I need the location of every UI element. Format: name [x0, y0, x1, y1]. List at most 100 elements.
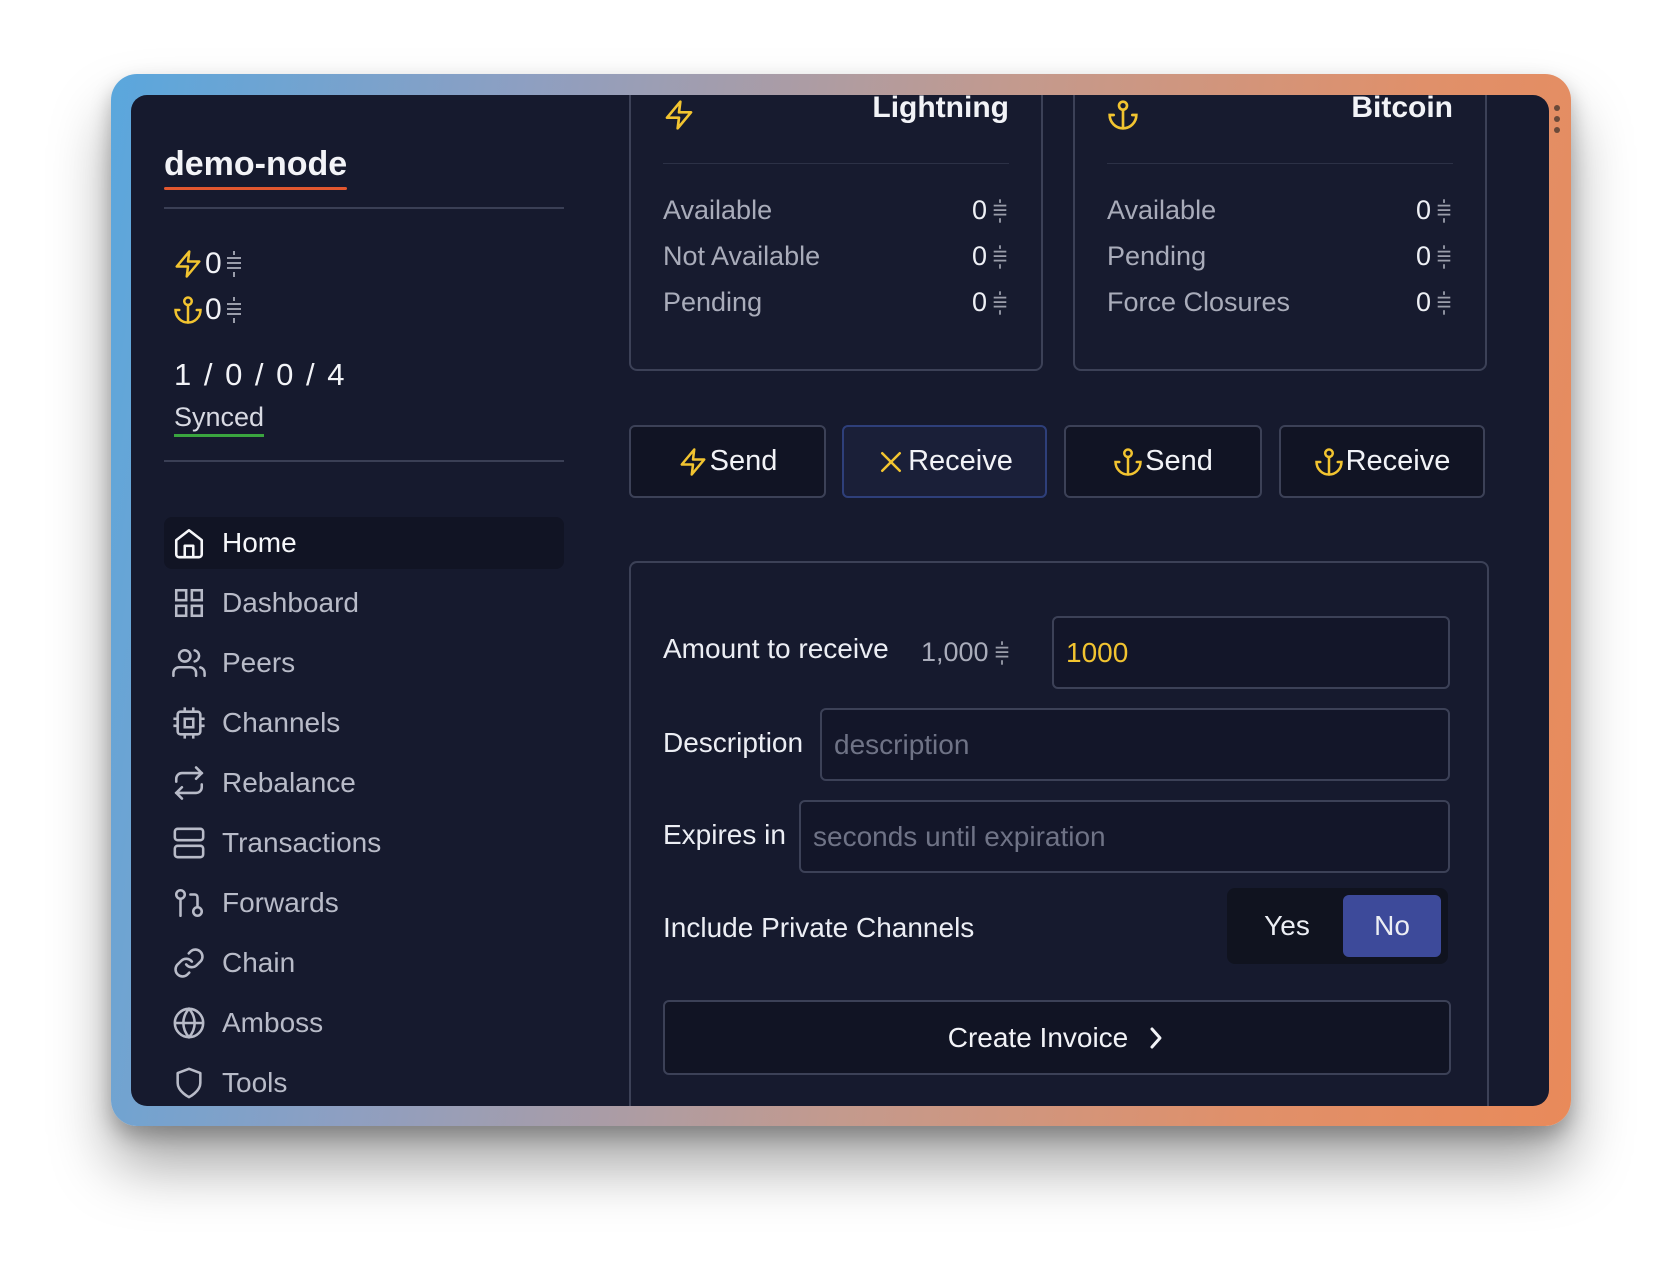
lightning-send-button[interactable]: Send: [629, 425, 826, 498]
card-divider: [663, 163, 1009, 164]
sidebar-item-label: Home: [222, 527, 297, 558]
value-text: 0: [971, 287, 987, 317]
sidebar-item-forwards[interactable]: Forwards: [164, 877, 564, 929]
row-label: Available: [663, 195, 773, 225]
onchain-balance-value: 0: [205, 293, 222, 326]
onchain-send-button[interactable]: Send: [1064, 425, 1262, 498]
amount-label: Amount to receive: [663, 633, 889, 664]
button-label: Send: [709, 445, 778, 477]
bitcoin-balance-card: Bitcoin Available 0 Pending 0 Force Clos…: [1073, 95, 1487, 371]
row-value: 0: [972, 241, 1009, 272]
private-channels-toggle: Yes No: [1227, 888, 1448, 964]
cpu-icon: [173, 707, 205, 739]
card-title: Bitcoin: [1351, 95, 1453, 124]
sidebar-item-channels[interactable]: Channels: [164, 697, 564, 749]
amount-preview: 1,000: [921, 637, 1011, 668]
sidebar-item-label: Dashboard: [222, 587, 359, 618]
expiration-input[interactable]: seconds until expiration: [799, 800, 1450, 873]
row-label: Force Closures: [1107, 287, 1291, 317]
lightning-balance-card: Lightning Available 0 Not Available 0 Pe…: [629, 95, 1043, 371]
private-channels-label: Include Private Channels: [663, 912, 975, 943]
grid-icon: [174, 588, 204, 618]
sidebar-item-chain[interactable]: Chain: [164, 937, 564, 989]
button-label: Receive: [1345, 445, 1451, 477]
row-label: Pending: [1107, 241, 1207, 271]
button-label: Receive: [908, 445, 1013, 477]
sidebar-item-label: Amboss: [222, 1007, 324, 1038]
row-label: Pending: [663, 287, 763, 317]
row-label: Available: [1107, 195, 1217, 225]
sidebar-nav: Home Dashboard Peers Channels Rebalance …: [164, 517, 564, 1106]
row-value: 0: [972, 195, 1009, 226]
description-input[interactable]: description: [820, 708, 1450, 781]
globe-icon: [173, 1006, 205, 1040]
sidebar-item-label: Forwards: [222, 887, 339, 918]
sync-status: Synced: [174, 402, 265, 437]
divider: [164, 207, 564, 209]
sats-icon: [1437, 290, 1451, 315]
amount-input[interactable]: 1000: [1052, 616, 1450, 689]
sidebar-item-amboss[interactable]: Amboss: [164, 997, 564, 1049]
value-text: 0: [971, 241, 987, 271]
anchor-icon: [1114, 447, 1142, 476]
row-value: 0: [1416, 195, 1453, 226]
sidebar-item-tools[interactable]: Tools: [164, 1057, 564, 1106]
sidebar-item-rebalance[interactable]: Rebalance: [164, 757, 564, 809]
sidebar-item-peers[interactable]: Peers: [164, 637, 564, 689]
users-icon: [172, 648, 206, 678]
close-icon: [881, 451, 902, 472]
row-value: 0: [1416, 241, 1453, 272]
value-text: 0: [1415, 241, 1431, 271]
card-divider: [1107, 163, 1453, 164]
sidebar-item-transactions[interactable]: Transactions: [164, 817, 564, 869]
onchain-receive-button[interactable]: Receive: [1279, 425, 1485, 498]
sidebar-item-label: Tools: [222, 1067, 288, 1098]
sats-icon: [993, 290, 1007, 315]
sidebar-item-label: Rebalance: [222, 767, 356, 798]
sidebar-item-label: Chain: [222, 947, 296, 978]
button-label: Send: [1145, 445, 1213, 477]
lightning-balance-value: 0: [205, 247, 222, 280]
private-yes-option[interactable]: Yes: [1238, 895, 1336, 957]
git-pull-request-icon: [174, 888, 204, 918]
sats-icon: [1437, 198, 1451, 223]
sidebar-item-label: Peers: [222, 647, 296, 678]
sats-icon: [993, 198, 1007, 223]
sidebar-item-dashboard[interactable]: Dashboard: [164, 577, 564, 629]
row-value: 0: [972, 287, 1009, 318]
expires-label: Expires in: [663, 819, 786, 850]
value-text: 0: [1415, 287, 1431, 317]
lightning-icon: [665, 100, 693, 130]
lightning-balance: 0: [173, 247, 244, 281]
onchain-balance: 0: [173, 293, 244, 327]
lightning-icon: [175, 250, 201, 278]
value-text: 0: [971, 195, 987, 225]
sats-icon: [226, 297, 241, 323]
sats-icon: [1437, 244, 1451, 269]
sats-icon: [993, 244, 1007, 269]
private-no-option[interactable]: No: [1343, 895, 1441, 957]
divider: [164, 460, 564, 462]
app-window: demo-node 0 0 1 / 0 / 0 / 4 Synced Home …: [131, 95, 1549, 1106]
anchor-icon: [1314, 447, 1343, 476]
server-icon: [173, 827, 205, 859]
chevron-right-icon: [1150, 1027, 1162, 1048]
anchor-icon: [1108, 100, 1138, 130]
create-invoice-button[interactable]: Create Invoice: [663, 1000, 1451, 1075]
lightning-receive-button[interactable]: Receive: [842, 425, 1047, 498]
button-label: Create Invoice: [947, 1021, 1129, 1053]
value-text: 0: [1415, 195, 1431, 225]
sats-icon: [995, 640, 1008, 665]
sidebar-item-home[interactable]: Home: [164, 517, 564, 569]
row-label: Not Available: [663, 241, 821, 271]
sidebar-item-label: Transactions: [222, 827, 382, 858]
amount-preview-text: 1,000: [921, 637, 989, 667]
row-value: 0: [1416, 287, 1453, 318]
anchor-icon: [174, 296, 202, 324]
home-icon: [174, 528, 204, 559]
link-icon: [174, 948, 204, 978]
description-label: Description: [663, 727, 804, 758]
node-name: demo-node: [164, 145, 348, 190]
sidebar-item-label: Channels: [222, 707, 341, 738]
window-menu-handle[interactable]: [1553, 105, 1561, 138]
